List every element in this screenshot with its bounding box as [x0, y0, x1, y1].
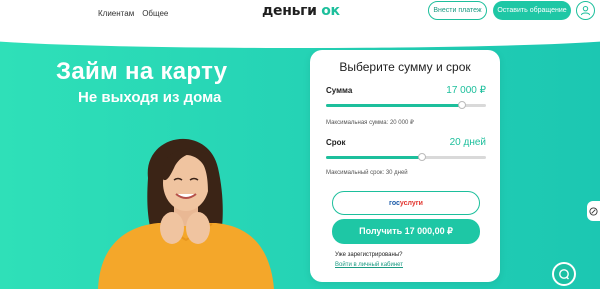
login-link[interactable]: Войти в личный кабинет [335, 262, 403, 268]
chat-icon [559, 269, 569, 280]
term-slider[interactable] [326, 153, 486, 161]
term-label: Срок [326, 138, 346, 147]
user-icon [580, 5, 591, 16]
term-value: 20 дней [449, 137, 486, 148]
hero-subtitle: Не выходя из дома [78, 89, 222, 106]
nav-item-general[interactable]: Общее [142, 9, 168, 18]
gosuslugi-logo-part1: гос [389, 199, 400, 207]
site-header: Клиентам Общее деньги ок Внести платеж О… [0, 0, 600, 36]
user-account-button[interactable] [576, 1, 595, 20]
amount-slider-handle[interactable] [458, 101, 466, 109]
logo-accent: ок [321, 3, 340, 19]
hero-woman-photo [98, 138, 274, 289]
accessibility-tab[interactable] [587, 201, 600, 221]
calculator-title: Выберите сумму и срок [339, 60, 471, 74]
make-payment-button[interactable]: Внести платеж [428, 1, 487, 20]
term-slider-fill [326, 156, 422, 159]
amount-hint: Максимальная сумма: 20 000 ₽ [326, 120, 414, 126]
gosuslugi-button[interactable]: гос услуги [332, 191, 480, 215]
top-nav: Клиентам Общее [98, 9, 168, 18]
amount-label: Сумма [326, 86, 353, 95]
gosuslugi-logo-part2: услуги [399, 199, 423, 207]
amount-value: 17 000 ₽ [446, 85, 486, 96]
logo-main: деньги [262, 3, 317, 19]
amount-slider[interactable] [326, 101, 486, 109]
registered-question: Уже зарегистрированы? [335, 252, 403, 258]
logo[interactable]: деньги ок [262, 3, 340, 19]
term-slider-handle[interactable] [418, 153, 426, 161]
chat-button[interactable] [552, 262, 576, 286]
amount-slider-fill [326, 104, 462, 107]
nav-item-clients[interactable]: Клиентам [98, 9, 134, 18]
hero-top-curve [0, 36, 600, 48]
leave-appeal-button[interactable]: Оставить обращение [493, 1, 571, 20]
get-loan-button[interactable]: Получить 17 000,00 ₽ [332, 219, 480, 244]
loan-calculator-card: Выберите сумму и срок Сумма 17 000 ₽ Мак… [310, 50, 500, 282]
term-hint: Максимальный срок: 30 дней [326, 170, 408, 176]
accessibility-icon [589, 206, 598, 216]
hero-title: Займ на карту [56, 58, 228, 85]
